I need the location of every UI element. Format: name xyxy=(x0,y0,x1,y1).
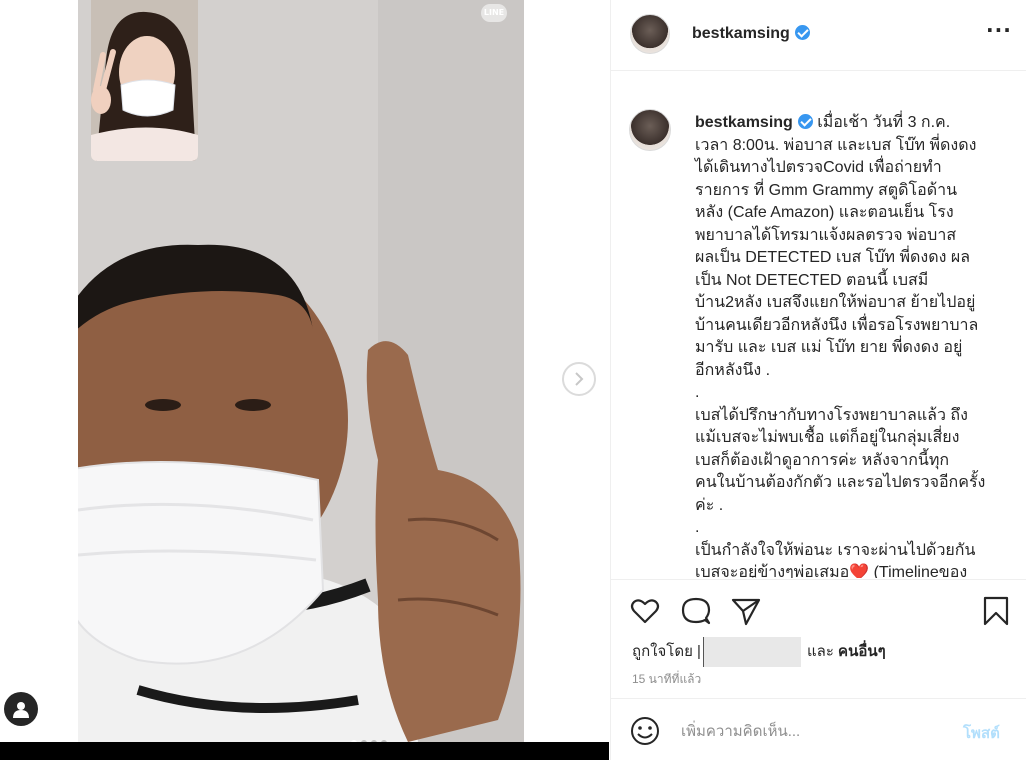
heart-icon[interactable] xyxy=(630,596,660,626)
author-username[interactable]: bestkamsing xyxy=(692,25,810,43)
post-media[interactable]: LINE xyxy=(78,0,524,742)
carousel-next-button[interactable] xyxy=(562,362,596,396)
comment-icon[interactable] xyxy=(681,596,711,626)
verified-badge-icon xyxy=(794,25,810,40)
chevron-right-icon xyxy=(575,372,584,386)
instagram-post-view: LINE bestkamsing ··· bestkamsing เมื่อเช… xyxy=(0,0,1026,760)
tagged-users-button[interactable] xyxy=(4,692,38,726)
post-header: bestkamsing ··· xyxy=(611,0,1026,71)
media-backdrop-left xyxy=(0,0,78,742)
share-icon[interactable] xyxy=(731,596,761,626)
post-actions: ถูกใจโดย | และ คนอื่นๆ 15 นาทีที่แล้ว xyxy=(611,579,1026,694)
likes-joiner: และ xyxy=(806,642,834,660)
caption-author-avatar[interactable] xyxy=(629,109,671,151)
caption-area: bestkamsing เมื่อเช้า วันที่ 3 ก.ค. เวลา… xyxy=(611,80,1026,578)
caption-text: เมื่อเช้า วันที่ 3 ก.ค. เวลา 8:00น. พ่อบ… xyxy=(695,114,986,578)
line-watermark: LINE xyxy=(481,4,507,22)
pip-video-thumbnail xyxy=(91,0,198,161)
likes-summary: ถูกใจโดย | และ คนอื่นๆ xyxy=(632,637,886,667)
bookmark-icon[interactable] xyxy=(981,596,1011,626)
likes-prefix: ถูกใจโดย xyxy=(632,642,693,660)
post-caption: bestkamsing เมื่อเช้า วันที่ 3 ก.ค. เวลา… xyxy=(695,112,999,578)
pip-photo xyxy=(91,0,198,161)
author-avatar[interactable] xyxy=(630,14,670,54)
user-icon xyxy=(13,702,29,718)
post-side-panel: bestkamsing ··· bestkamsing เมื่อเช้า วั… xyxy=(610,0,1026,760)
likes-others-link[interactable]: คนอื่นๆ xyxy=(838,643,886,660)
redacted-liker-name xyxy=(702,637,801,667)
verified-badge-icon xyxy=(797,114,813,129)
smile-icon[interactable] xyxy=(630,716,660,746)
comment-input[interactable] xyxy=(681,718,951,744)
add-comment-bar: โพสต์ xyxy=(611,698,1026,760)
author-username-text[interactable]: bestkamsing xyxy=(692,25,790,42)
media-bottom-bar xyxy=(0,742,609,760)
post-comment-button[interactable]: โพสต์ xyxy=(963,721,1000,745)
post-timestamp[interactable]: 15 นาทีที่แล้ว xyxy=(632,670,701,689)
first-liker[interactable]: | xyxy=(697,643,701,660)
caption-username[interactable]: bestkamsing xyxy=(695,114,793,131)
more-options-icon[interactable]: ··· xyxy=(986,20,1011,44)
